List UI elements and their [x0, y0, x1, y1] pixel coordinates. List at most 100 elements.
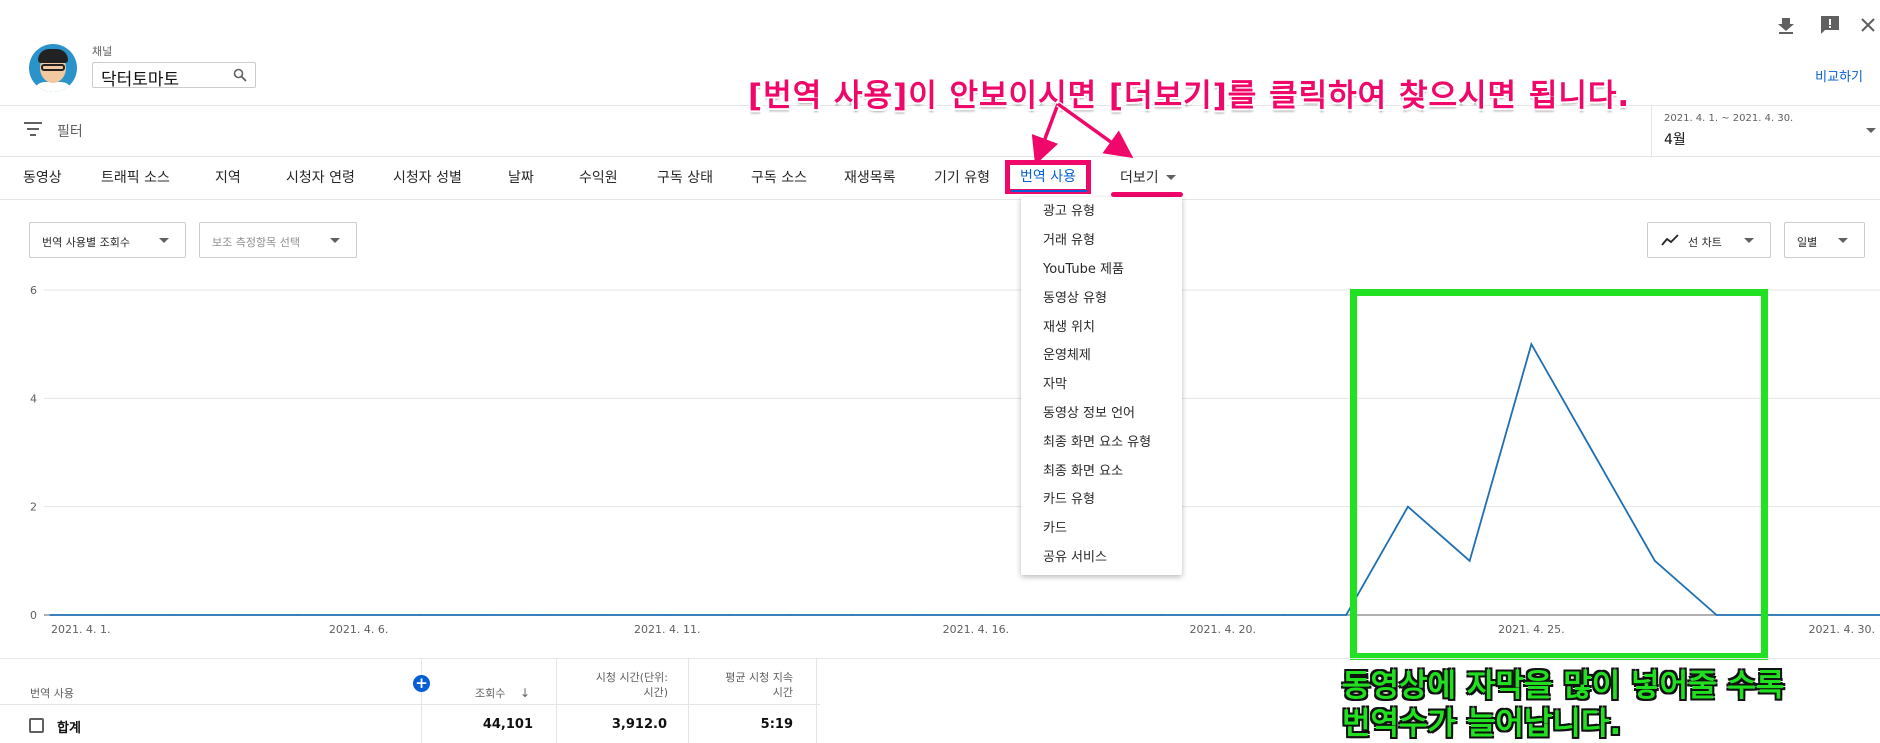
- data-point: [481, 614, 483, 616]
- secondary-metric-select[interactable]: 보조 측정항목 선택: [199, 222, 357, 258]
- menu-item-youtube-product[interactable]: YouTube 제품: [1043, 258, 1124, 277]
- tab-device-type[interactable]: 기기 유형: [934, 167, 990, 187]
- divider: [0, 199, 1880, 200]
- caret-down-icon[interactable]: [1166, 175, 1176, 180]
- data-point: [419, 614, 422, 616]
- x-tick-label: 2021. 4. 6.: [329, 623, 388, 636]
- tab-playlist[interactable]: 재생목록: [844, 167, 896, 187]
- data-point: [1036, 614, 1039, 616]
- x-tick-label: 2021. 4. 1.: [51, 623, 110, 636]
- y-tick-label: 0: [30, 609, 37, 622]
- data-point: [357, 614, 360, 616]
- annotation-highlight-box: [1350, 289, 1768, 660]
- data-point: [1098, 614, 1101, 616]
- data-point: [1839, 614, 1841, 616]
- tab-viewer-age[interactable]: 시청자 연령: [286, 167, 355, 187]
- data-point: [1777, 614, 1780, 616]
- data-point: [172, 614, 175, 616]
- menu-item-video-info-language[interactable]: 동영상 정보 언어: [1043, 402, 1135, 421]
- data-point: [1283, 614, 1286, 616]
- menu-item-ad-type[interactable]: 광고 유형: [1043, 200, 1095, 219]
- data-point: [1345, 614, 1348, 616]
- annotation-top: [번역 사용]이 안보이시면 [더보기]를 클릭하여 찾으시면 됩니다.: [748, 78, 1631, 114]
- download-icon[interactable]: [1775, 14, 1797, 36]
- menu-item-video-type[interactable]: 동영상 유형: [1043, 287, 1107, 306]
- menu-item-end-screen-element[interactable]: 최종 화면 요소: [1043, 460, 1123, 479]
- menu-item-playback-location[interactable]: 재생 위치: [1043, 316, 1095, 335]
- menu-item-subtitles[interactable]: 자막: [1043, 373, 1067, 392]
- tab-traffic-source[interactable]: 트래픽 소스: [101, 167, 170, 187]
- caret-down-icon: [1744, 238, 1754, 243]
- sort-down-icon[interactable]: ↓: [520, 686, 530, 700]
- divider: [0, 704, 820, 705]
- caret-down-icon: [1838, 238, 1848, 243]
- compare-link[interactable]: 비교하기: [1815, 66, 1863, 85]
- tab-revenue-source[interactable]: 수익원: [579, 167, 618, 187]
- date-range-text: 2021. 4. 1. ~ 2021. 4. 30.: [1664, 113, 1794, 124]
- menu-item-card-type[interactable]: 카드 유형: [1043, 488, 1095, 507]
- line-chart-icon: [1661, 234, 1679, 246]
- tab-viewer-gender[interactable]: 시청자 성별: [393, 167, 462, 187]
- tab-date[interactable]: 날짜: [508, 167, 534, 187]
- metric-select-value: 번역 사용별 조회수: [42, 236, 130, 249]
- tab-video[interactable]: 동영상: [23, 167, 62, 187]
- annotation-bottom: 동영상에 자막을 많이 넣어줄 수록 번역수가 늘어납니다.: [1342, 667, 1784, 743]
- total-row-checkbox[interactable]: [29, 718, 44, 733]
- data-point: [296, 614, 298, 616]
- add-column-icon[interactable]: +: [413, 675, 430, 692]
- date-range-picker[interactable]: 2021. 4. 1. ~ 2021. 4. 30. 4월: [1651, 106, 1880, 158]
- tab-more[interactable]: 더보기: [1120, 167, 1159, 187]
- data-point: [851, 614, 854, 616]
- table-header-views[interactable]: 조회수: [475, 685, 505, 701]
- channel-avatar[interactable]: [29, 44, 77, 92]
- channel-label: 채널: [92, 45, 113, 58]
- x-tick-label: 2021. 4. 30.: [1809, 623, 1875, 636]
- total-views: 44,101: [482, 717, 533, 732]
- filter-label[interactable]: 필터: [57, 121, 83, 141]
- column-divider: [816, 658, 817, 743]
- tab-translation-use[interactable]: 번역 사용: [1005, 160, 1091, 194]
- menu-item-card[interactable]: 카드: [1043, 517, 1067, 536]
- search-icon[interactable]: [233, 68, 247, 82]
- total-watch-time: 3,912.0: [611, 717, 667, 732]
- active-tab-indicator: [1011, 190, 1087, 192]
- data-point: [913, 614, 915, 616]
- menu-item-os[interactable]: 운영체제: [1043, 344, 1091, 363]
- period-select[interactable]: 일별: [1784, 222, 1865, 258]
- tab-subscription-status[interactable]: 구독 상태: [657, 167, 713, 187]
- feedback-icon[interactable]: [1819, 14, 1841, 36]
- metric-select[interactable]: 번역 사용별 조회수: [29, 222, 186, 258]
- data-point: [666, 614, 669, 616]
- y-tick-label: 2: [30, 501, 37, 514]
- date-month-text: 4월: [1664, 132, 1686, 148]
- table-header-translation-use[interactable]: 번역 사용: [30, 685, 74, 701]
- period-value: 일별: [1797, 236, 1818, 249]
- menu-item-end-screen-element-type[interactable]: 최종 화면 요소 유형: [1043, 431, 1151, 450]
- chart-type-value: 선 차트: [1688, 236, 1722, 249]
- data-point: [542, 614, 545, 616]
- annotation-bottom-line1: 동영상에 자막을 많이 넣어줄 수록: [1342, 668, 1785, 704]
- tab-subscription-source[interactable]: 구독 소스: [751, 167, 807, 187]
- table-header-watch-time[interactable]: 시청 시간(단위: 시간): [578, 670, 668, 700]
- secondary-metric-placeholder: 보조 측정항목 선택: [212, 236, 300, 249]
- filter-icon[interactable]: [24, 122, 42, 136]
- more-dropdown-menu: 광고 유형 거래 유형 YouTube 제품 동영상 유형 재생 위치 운영체제…: [1021, 197, 1182, 575]
- channel-name: 닥터토마토: [101, 70, 180, 90]
- caret-down-icon: [159, 238, 169, 243]
- data-point: [110, 614, 113, 616]
- channel-search-box[interactable]: 닥터토마토: [92, 62, 256, 90]
- table-header-avg-duration[interactable]: 평균 시청 지속 시간: [703, 670, 793, 700]
- menu-item-transaction-type[interactable]: 거래 유형: [1043, 229, 1095, 248]
- menu-item-sharing-service[interactable]: 공유 서비스: [1043, 546, 1107, 565]
- close-icon[interactable]: [1857, 14, 1879, 36]
- data-point: [49, 614, 51, 616]
- total-row-label: 합계: [57, 721, 81, 736]
- data-point: [1221, 614, 1224, 616]
- data-point: [1160, 614, 1162, 616]
- caret-down-icon: [1866, 128, 1876, 133]
- tab-geography[interactable]: 지역: [215, 167, 241, 187]
- annotation-arrows: [1031, 101, 1134, 164]
- data-point: [234, 614, 236, 616]
- chart-type-select[interactable]: 선 차트: [1647, 222, 1771, 258]
- x-tick-label: 2021. 4. 16.: [943, 623, 1009, 636]
